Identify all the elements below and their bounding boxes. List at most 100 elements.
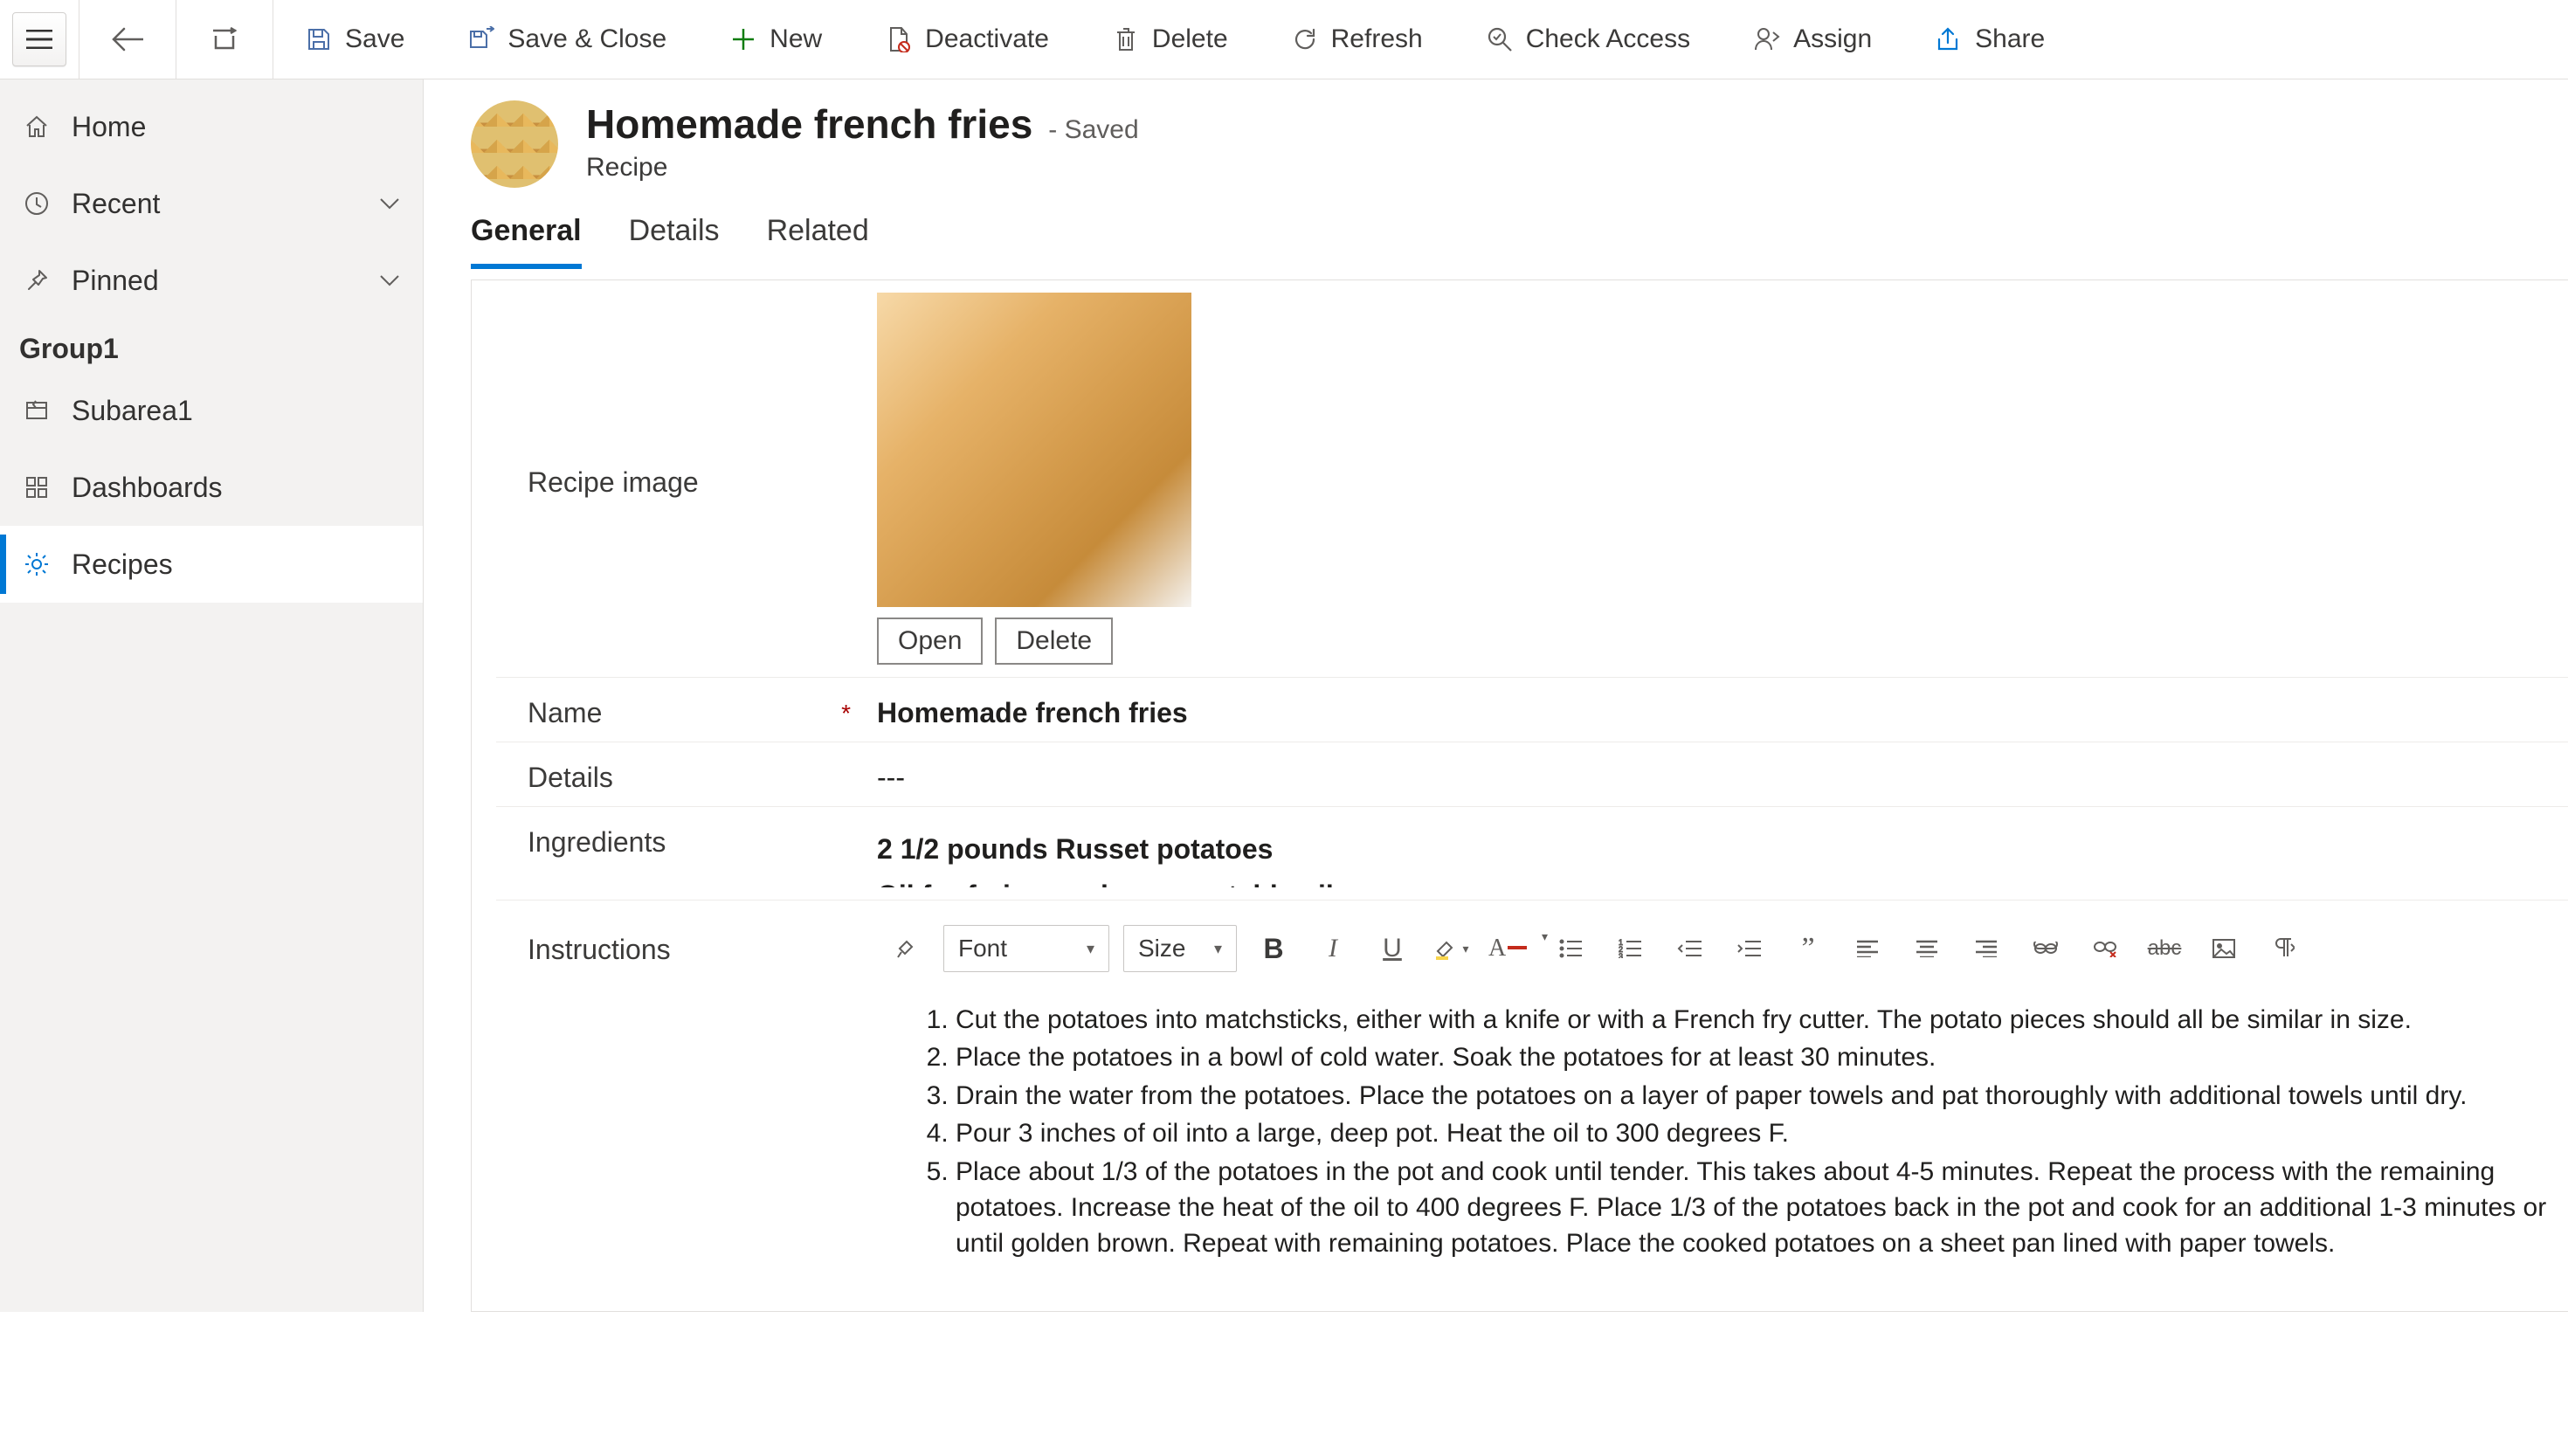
delete-button[interactable]: Delete <box>1080 0 1260 79</box>
svg-text:3: 3 <box>1619 952 1623 958</box>
deactivate-button[interactable]: Deactivate <box>853 0 1080 79</box>
instructions-editor[interactable]: Font ▾ Size ▾ B I U ▾ <box>877 913 2568 1264</box>
tabs: General Details Related <box>424 195 2568 269</box>
font-dropdown[interactable]: Font ▾ <box>943 925 1109 972</box>
size-dropdown[interactable]: Size ▾ <box>1123 925 1237 972</box>
align-left-icon[interactable] <box>1845 929 1890 968</box>
font-color-icon[interactable]: A▾ <box>1488 929 1534 968</box>
nav-recent[interactable]: Recent <box>0 165 423 242</box>
nav-recipes[interactable]: Recipes <box>0 526 423 603</box>
nav-home-label: Home <box>72 111 146 143</box>
left-nav: Home Recent Pinned Group1 Subar <box>0 79 424 1312</box>
deactivate-label: Deactivate <box>925 24 1049 54</box>
share-button[interactable]: Share <box>1903 0 2076 79</box>
insert-image-icon[interactable] <box>2201 929 2247 968</box>
numbered-list-icon[interactable]: 123 <box>1607 929 1653 968</box>
underline-icon[interactable]: U <box>1370 929 1415 968</box>
nav-pinned[interactable]: Pinned <box>0 242 423 319</box>
refresh-button[interactable]: Refresh <box>1260 0 1454 79</box>
caret-icon: ▾ <box>1214 940 1222 958</box>
ingredients-line-2: Oil for frying such as vegetable oil <box>877 873 2568 887</box>
bullet-list-icon[interactable] <box>1548 929 1593 968</box>
open-new-window-icon <box>211 26 238 52</box>
assign-label: Assign <box>1793 24 1872 54</box>
tab-related[interactable]: Related <box>767 214 869 269</box>
form-panel: Recipe image Open Delete Name * Homemade… <box>471 279 2568 1312</box>
hamburger-button[interactable] <box>12 12 66 66</box>
recipe-image-value: Open Delete <box>877 293 2568 665</box>
save-close-button[interactable]: Save & Close <box>436 0 698 79</box>
ingredients-label: Ingredients <box>528 819 877 859</box>
nav-group-header: Group1 <box>0 319 423 372</box>
instructions-list: Cut the potatoes into matchsticks, eithe… <box>924 1002 2559 1262</box>
size-label: Size <box>1138 935 1185 963</box>
outdent-icon[interactable] <box>1667 929 1712 968</box>
strikethrough-icon[interactable]: abc <box>2142 929 2187 968</box>
nav-home[interactable]: Home <box>0 88 423 165</box>
field-details: Details --- <box>496 742 2568 807</box>
nav-dashboards[interactable]: Dashboards <box>0 449 423 526</box>
command-bar: Save Save & Close New Deactivate Delete … <box>0 0 2568 79</box>
deactivate-icon <box>885 25 913 53</box>
image-open-button[interactable]: Open <box>877 618 983 665</box>
main-area: Homemade french fries - Saved Recipe Gen… <box>424 79 2568 1312</box>
dashboard-icon <box>23 473 51 501</box>
tab-general[interactable]: General <box>471 214 582 269</box>
align-right-icon[interactable] <box>1964 929 2009 968</box>
save-close-icon <box>467 25 495 53</box>
tab-details[interactable]: Details <box>629 214 720 269</box>
name-value[interactable]: Homemade french fries <box>877 690 2568 729</box>
instruction-item: Place the potatoes in a bowl of cold wat… <box>956 1039 2559 1075</box>
gear-icon <box>23 550 51 578</box>
field-ingredients: Ingredients 2 1/2 pounds Russet potatoes… <box>496 807 2568 901</box>
instructions-body[interactable]: Cut the potatoes into matchsticks, eithe… <box>877 984 2568 1262</box>
details-label: Details <box>528 755 877 794</box>
blockquote-icon[interactable]: ” <box>1785 929 1831 968</box>
assign-icon <box>1753 25 1781 53</box>
instruction-item: Pour 3 inches of oil into a large, deep … <box>956 1115 2559 1151</box>
recipe-image[interactable] <box>877 293 1191 607</box>
highlight-icon[interactable]: ▾ <box>1429 929 1474 968</box>
link-icon[interactable] <box>2023 929 2068 968</box>
share-label: Share <box>1975 24 2045 54</box>
back-button[interactable] <box>79 0 176 79</box>
new-label: New <box>770 24 822 54</box>
instruction-item: Cut the potatoes into matchsticks, eithe… <box>956 1002 2559 1038</box>
ltr-icon[interactable] <box>2261 929 2306 968</box>
format-painter-icon[interactable] <box>884 929 929 968</box>
instruction-item: Place about 1/3 of the potatoes in the p… <box>956 1154 2559 1262</box>
hamburger-container <box>0 0 79 79</box>
field-recipe-image: Recipe image Open Delete <box>496 280 2568 678</box>
refresh-icon <box>1291 25 1319 53</box>
ingredients-value[interactable]: 2 1/2 pounds Russet potatoes Oil for fry… <box>877 819 2568 887</box>
caret-icon: ▾ <box>1087 940 1094 958</box>
recipe-image-label: Recipe image <box>528 459 877 499</box>
check-access-icon <box>1486 25 1514 53</box>
record-header: Homemade french fries - Saved Recipe <box>424 79 2568 195</box>
pin-icon <box>23 266 51 294</box>
subarea-icon <box>23 397 51 424</box>
check-access-button[interactable]: Check Access <box>1454 0 1722 79</box>
unlink-icon[interactable] <box>2082 929 2128 968</box>
share-icon <box>1935 25 1963 53</box>
nav-dashboards-label: Dashboards <box>72 472 223 504</box>
font-label: Font <box>958 935 1007 963</box>
new-button[interactable]: New <box>698 0 853 79</box>
record-thumbnail[interactable] <box>471 100 558 188</box>
align-center-icon[interactable] <box>1904 929 1950 968</box>
field-instructions: Instructions Font ▾ Size ▾ <box>496 901 2568 1276</box>
image-delete-button[interactable]: Delete <box>995 618 1113 665</box>
indent-icon[interactable] <box>1726 929 1771 968</box>
nav-subarea1[interactable]: Subarea1 <box>0 372 423 449</box>
details-value[interactable]: --- <box>877 755 2568 794</box>
bold-icon[interactable]: B <box>1251 929 1296 968</box>
assign-button[interactable]: Assign <box>1722 0 1903 79</box>
delete-label: Delete <box>1152 24 1228 54</box>
save-button[interactable]: Save <box>273 0 436 79</box>
nav-recent-label: Recent <box>72 188 160 220</box>
italic-icon[interactable]: I <box>1310 929 1356 968</box>
open-new-window-button[interactable] <box>176 0 273 79</box>
clock-icon <box>23 190 51 217</box>
refresh-label: Refresh <box>1331 24 1423 54</box>
record-status: - Saved <box>1048 115 1138 145</box>
